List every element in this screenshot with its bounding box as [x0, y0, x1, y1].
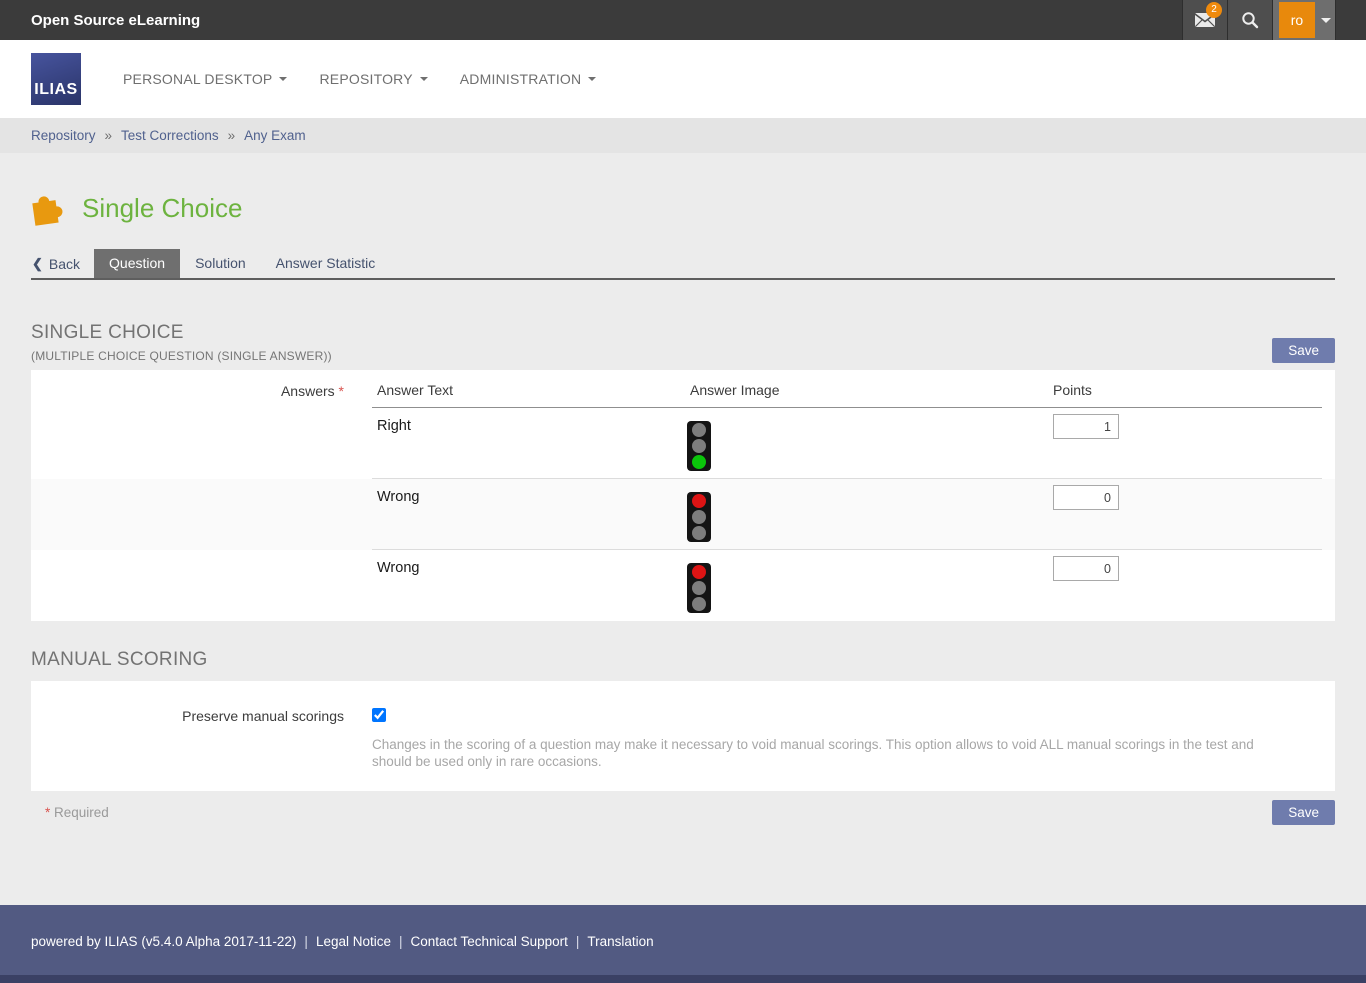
- breadcrumb: Repository » Test Corrections » Any Exam: [0, 118, 1366, 153]
- back-button[interactable]: ❮ Back: [31, 251, 94, 278]
- contact-support-link[interactable]: Contact Technical Support: [411, 934, 568, 949]
- answers-label: Answers *: [31, 370, 372, 408]
- column-answer-text: Answer Text: [377, 382, 453, 398]
- column-points: Points: [1053, 382, 1092, 398]
- answer-text: Right: [377, 418, 1322, 434]
- topbar-actions: 2 ro: [1182, 0, 1336, 40]
- nav-label: REPOSITORY: [319, 71, 412, 87]
- tab-bar: ❮ Back Question Solution Answer Statisti…: [31, 249, 1335, 280]
- traffic-light-image: [687, 421, 711, 471]
- search-icon: [1241, 11, 1259, 29]
- column-answer-image: Answer Image: [690, 382, 779, 398]
- required-asterisk: *: [339, 383, 344, 399]
- section-title: MANUAL SCORING: [31, 649, 208, 671]
- manual-scoring-help-text: Changes in the scoring of a question may…: [372, 736, 1294, 771]
- footer-separator: |: [576, 934, 580, 949]
- nav-personal-desktop[interactable]: PERSONAL DESKTOP: [111, 63, 299, 95]
- footer-separator: |: [399, 934, 403, 949]
- puzzle-icon: [31, 190, 67, 226]
- page-content: Single Choice ❮ Back Question Solution A…: [0, 153, 1366, 905]
- translation-link[interactable]: Translation: [587, 934, 653, 949]
- manual-scoring-section-header: MANUAL SCORING: [31, 649, 1335, 671]
- save-button-bottom[interactable]: Save: [1272, 800, 1335, 825]
- answers-form-panel: Answers * Answer Text Answer Image Point…: [31, 370, 1335, 621]
- tab-answer-statistic[interactable]: Answer Statistic: [261, 249, 391, 278]
- title-row: Single Choice: [31, 190, 1335, 226]
- app-title: Open Source eLearning: [31, 12, 200, 29]
- breadcrumb-separator: »: [105, 128, 113, 143]
- breadcrumb-separator: »: [228, 128, 236, 143]
- answer-row: Wrong: [31, 479, 1335, 550]
- required-note: * Required: [31, 800, 109, 820]
- search-button[interactable]: [1227, 0, 1272, 40]
- points-input[interactable]: [1053, 556, 1119, 581]
- chevron-left-icon: ❮: [32, 256, 43, 272]
- caret-down-icon: [420, 77, 428, 81]
- answer-text: Wrong: [377, 560, 1322, 576]
- top-bar: Open Source eLearning 2 ro: [0, 0, 1366, 40]
- nav-repository[interactable]: REPOSITORY: [307, 63, 439, 95]
- breadcrumb-repository[interactable]: Repository: [31, 128, 96, 143]
- powered-by-text[interactable]: powered by ILIAS (v5.4.0 Alpha 2017-11-2…: [31, 934, 296, 949]
- breadcrumb-test-corrections[interactable]: Test Corrections: [121, 128, 219, 143]
- page-footer: powered by ILIAS (v5.4.0 Alpha 2017-11-2…: [0, 905, 1366, 983]
- nav-label: PERSONAL DESKTOP: [123, 71, 272, 87]
- preserve-manual-scorings-label: Preserve manual scorings: [31, 695, 372, 771]
- manual-scoring-panel: Preserve manual scorings Changes in the …: [31, 681, 1335, 791]
- back-label: Back: [49, 256, 80, 272]
- section-title: SINGLE CHOICE: [31, 322, 332, 344]
- preserve-manual-scorings-checkbox[interactable]: [372, 708, 386, 722]
- required-asterisk: *: [45, 805, 50, 820]
- points-input[interactable]: [1053, 414, 1119, 439]
- caret-down-icon: [588, 77, 596, 81]
- answer-row: Wrong: [31, 550, 1335, 621]
- user-avatar: ro: [1279, 2, 1315, 38]
- chevron-down-icon: [1321, 18, 1331, 23]
- traffic-light-image: [687, 563, 711, 613]
- mail-badge: 2: [1206, 2, 1222, 18]
- answer-text: Wrong: [377, 489, 1322, 505]
- tab-question[interactable]: Question: [94, 249, 180, 278]
- points-input[interactable]: [1053, 485, 1119, 510]
- answer-row: Right: [31, 408, 1335, 479]
- legal-notice-link[interactable]: Legal Notice: [316, 934, 391, 949]
- traffic-light-image: [687, 492, 711, 542]
- tab-solution[interactable]: Solution: [180, 249, 261, 278]
- nav-administration[interactable]: ADMINISTRATION: [448, 63, 609, 95]
- section-subtitle: (MULTIPLE CHOICE QUESTION (SINGLE ANSWER…: [31, 349, 332, 363]
- question-section-header: SINGLE CHOICE (MULTIPLE CHOICE QUESTION …: [31, 322, 1335, 363]
- ilias-logo[interactable]: ILIAS: [31, 53, 81, 105]
- nav-label: ADMINISTRATION: [460, 71, 582, 87]
- main-nav: PERSONAL DESKTOP REPOSITORY ADMINISTRATI…: [111, 63, 608, 95]
- form-footer-row: * Required Save: [31, 800, 1335, 825]
- user-menu-button[interactable]: ro: [1272, 0, 1336, 40]
- caret-down-icon: [279, 77, 287, 81]
- footer-separator: |: [304, 934, 308, 949]
- save-button-top[interactable]: Save: [1272, 338, 1335, 363]
- page-title: Single Choice: [82, 193, 242, 224]
- main-header: ILIAS PERSONAL DESKTOP REPOSITORY ADMINI…: [0, 40, 1366, 118]
- breadcrumb-any-exam[interactable]: Any Exam: [244, 128, 306, 143]
- answers-column-headers: Answer Text Answer Image Points: [372, 370, 1322, 408]
- mail-button[interactable]: 2: [1182, 0, 1227, 40]
